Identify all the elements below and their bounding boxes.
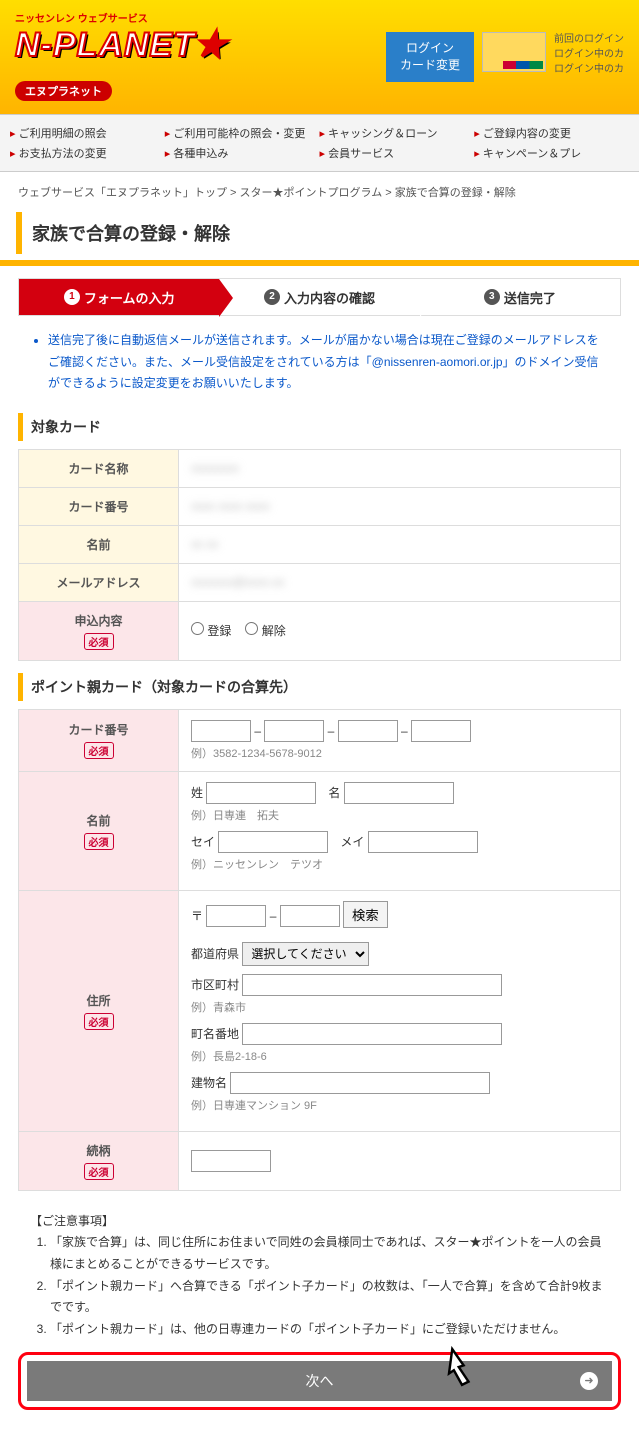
label-name: 名前 (19, 525, 179, 563)
caution-2: 「ポイント親カード」へ合算できる「ポイント子カード」の枚数は、「一人で合算」を含… (50, 1276, 609, 1319)
city-input[interactable] (242, 974, 502, 996)
logo-block[interactable]: ニッセンレン ウェブサービス N-PLANET★エヌプラネット (15, 10, 226, 104)
nav-campaign[interactable]: キャンペーン＆プレ (474, 143, 629, 163)
section-target-card: 対象カード (18, 413, 621, 441)
label-apply-type: 申込内容必須 (19, 601, 179, 660)
logo-badge: エヌプラネット (15, 81, 112, 101)
nav-member[interactable]: 会員サービス (320, 143, 475, 163)
caution-block: 【ご注意事項】 「家族で合算」は、同じ住所にお住まいで同姓の会員様同士であれば、… (30, 1211, 609, 1341)
label-card-name: カード名称 (19, 449, 179, 487)
step-indicator: 1フォームの入力 2入力内容の確認 3送信完了 (18, 278, 621, 316)
street-input[interactable] (242, 1023, 502, 1045)
nav-cashing[interactable]: キャッシング＆ローン (320, 123, 475, 143)
value-card-name: xxxxxxxx (191, 461, 239, 475)
value-name: xx xx (191, 537, 218, 551)
info-note: 送信完了後に自動返信メールが送信されます。メールが届かない場合は現在ご登録のメー… (30, 330, 609, 395)
radio-remove[interactable]: 解除 (245, 624, 285, 638)
kana-sei[interactable] (218, 831, 328, 853)
zip-search-button[interactable]: 検索 (343, 901, 388, 928)
card-image (482, 32, 546, 72)
crumb-star[interactable]: スター★ポイントプログラム (240, 187, 383, 199)
title-underline (0, 260, 639, 266)
login-card-change-button[interactable]: ログインカード変更 (386, 32, 474, 82)
parent-card-table: カード番号必須 – – – 例）3582-1234-5678-9012 名前必須… (18, 709, 621, 1191)
kana-mei[interactable] (368, 831, 478, 853)
step-3: 3送信完了 (420, 279, 620, 315)
breadcrumb: ウェブサービス「エヌプラネット」トップ > スター★ポイントプログラム > 家族… (0, 172, 639, 206)
radio-register[interactable]: 登録 (191, 624, 231, 638)
zip-2[interactable] (280, 905, 340, 927)
relation-input[interactable] (191, 1150, 271, 1172)
star-icon: ★ (195, 26, 226, 64)
card-seg-4[interactable] (411, 720, 471, 742)
target-card-table: カード名称 xxxxxxxx カード番号 xxxx xxxx xxxx 名前 xx x… (18, 449, 621, 661)
hint-card: 例）3582-1234-5678-9012 (191, 745, 608, 761)
zip-1[interactable] (206, 905, 266, 927)
label-parent-card-number: カード番号必須 (19, 709, 179, 771)
nav-payment[interactable]: お支払方法の変更 (10, 143, 165, 163)
step-1: 1フォームの入力 (19, 279, 219, 315)
nav-usage[interactable]: ご利用明細の照会 (10, 123, 165, 143)
nav-register[interactable]: ご登録内容の変更 (474, 123, 629, 143)
header: ニッセンレン ウェブサービス N-PLANET★エヌプラネット ログインカード変… (0, 0, 639, 114)
label-email: メールアドレス (19, 563, 179, 601)
card-seg-3[interactable] (338, 720, 398, 742)
value-email: xxxxxxx@xxxx.xx (191, 575, 285, 589)
nav-apply[interactable]: 各種申込み (165, 143, 320, 163)
required-badge: 必須 (84, 633, 114, 650)
label-card-number: カード番号 (19, 487, 179, 525)
crumb-current: 家族で合算の登録・解除 (395, 187, 516, 199)
caution-1: 「家族で合算」は、同じ住所にお住まいで同姓の会員様同士であれば、スター★ポイント… (50, 1232, 609, 1275)
nav-limit[interactable]: ご利用可能枠の照会・変更 (165, 123, 320, 143)
global-nav: ご利用明細の照会お支払方法の変更 ご利用可能枠の照会・変更各種申込み キャッシン… (0, 114, 639, 172)
building-input[interactable] (230, 1072, 490, 1094)
name-mei[interactable] (344, 782, 454, 804)
label-address: 住所必須 (19, 890, 179, 1131)
step-2: 2入力内容の確認 (219, 279, 419, 315)
caution-heading: 【ご注意事項】 (30, 1211, 609, 1233)
label-parent-name: 名前必須 (19, 771, 179, 890)
card-seg-1[interactable] (191, 720, 251, 742)
card-seg-2[interactable] (264, 720, 324, 742)
login-status: 前回のログインログイン中のカログイン中のカ (554, 32, 624, 77)
next-button-highlight: 次へ (18, 1352, 621, 1410)
value-card-number: xxxx xxxx xxxx (191, 499, 270, 513)
logo: N-PLANET★エヌプラネット (15, 25, 226, 104)
name-sei[interactable] (206, 782, 316, 804)
label-relation: 続柄必須 (19, 1131, 179, 1190)
pointer-icon (436, 1341, 488, 1393)
crumb-top[interactable]: ウェブサービス「エヌプラネット」トップ (18, 187, 227, 199)
logo-subtitle: ニッセンレン ウェブサービス (15, 10, 226, 25)
next-button[interactable]: 次へ (27, 1361, 612, 1401)
page-title: 家族で合算の登録・解除 (16, 212, 623, 254)
prefecture-select[interactable]: 選択してください (242, 942, 369, 966)
caution-3: 「ポイント親カード」は、他の日専連カードの「ポイント子カード」にご登録いただけま… (50, 1319, 609, 1341)
section-parent-card: ポイント親カード（対象カードの合算先） (18, 673, 621, 701)
